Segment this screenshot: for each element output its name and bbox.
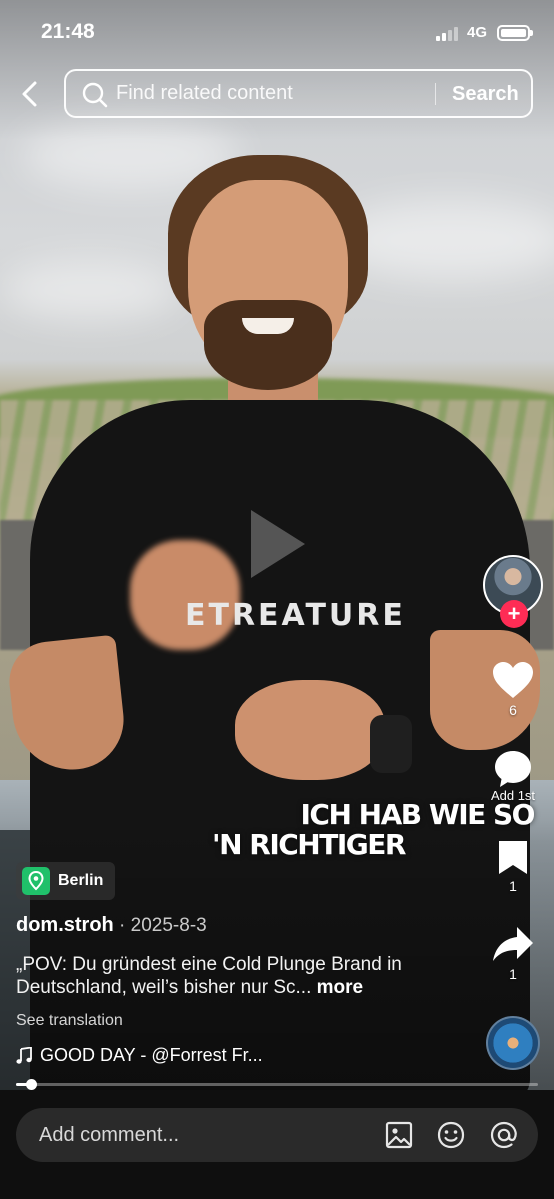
comment-button[interactable]: Add 1st (483, 748, 543, 803)
search-divider (435, 83, 436, 105)
search-input[interactable] (116, 71, 426, 116)
location-label: Berlin (58, 872, 104, 889)
back-button[interactable] (14, 76, 48, 112)
person-mouth (242, 318, 294, 334)
back-icon (22, 81, 37, 107)
comment-box[interactable] (16, 1108, 538, 1162)
status-time: 21:48 (41, 20, 95, 43)
author-name[interactable]: dom.stroh (16, 914, 114, 936)
status-bar: 21:48 4G (0, 0, 554, 60)
cloud (0, 260, 180, 320)
share-count: 1 (509, 966, 517, 982)
like-count: 6 (509, 702, 517, 718)
music-title: GOOD DAY - @Forrest Fr... (40, 1045, 263, 1065)
comment-icon (495, 751, 531, 787)
search-icon (82, 82, 108, 108)
video-progress-bar[interactable] (16, 1079, 538, 1090)
creator-avatar-button[interactable]: + (483, 555, 543, 628)
post-description[interactable]: „POV: Du gründest eine Cold Plunge Brand… (16, 953, 436, 999)
caption-line-2: 'N RICHTIGER (212, 828, 406, 861)
share-icon (493, 927, 533, 961)
location-icon (22, 867, 50, 895)
share-button[interactable]: 1 (483, 924, 543, 982)
person-hand-raised (130, 540, 240, 650)
search-bar[interactable]: Search (64, 69, 533, 118)
play-icon[interactable] (247, 506, 309, 582)
location-tag[interactable]: Berlin (16, 862, 116, 900)
person-beard (204, 300, 332, 390)
music-disc[interactable] (486, 1016, 540, 1070)
image-icon[interactable] (384, 1120, 414, 1150)
post-date: · 2025-8-3 (113, 915, 207, 936)
save-count: 1 (509, 878, 517, 894)
signal-icon (436, 27, 462, 41)
heart-icon (493, 662, 533, 698)
video-caption: ICH HAB WIE SO 'N RICHTIGER (210, 800, 540, 860)
music-note-icon (16, 1046, 32, 1064)
network-type: 4G (467, 24, 488, 41)
person-watch (370, 715, 412, 773)
mention-icon[interactable] (489, 1120, 519, 1150)
bottom-bar (0, 1090, 554, 1199)
plus-icon: + (507, 601, 521, 626)
like-button[interactable]: 6 (483, 660, 543, 718)
more-link[interactable]: more (317, 977, 363, 998)
see-translation-link[interactable]: See translation (16, 1012, 123, 1030)
caption-line-1: ICH HAB WIE SO (300, 798, 536, 831)
follow-button[interactable]: + (500, 600, 528, 628)
emoji-icon[interactable] (436, 1120, 466, 1150)
person-hands (235, 680, 385, 780)
search-button[interactable]: Search (452, 83, 519, 106)
author-line: dom.stroh · 2025-8-3 (16, 914, 207, 937)
battery-icon (497, 25, 533, 41)
music-link[interactable]: GOOD DAY - @Forrest Fr... (16, 1045, 263, 1066)
comment-input[interactable] (39, 1108, 369, 1162)
shirt-brand-text: ETREATURE (185, 598, 406, 633)
